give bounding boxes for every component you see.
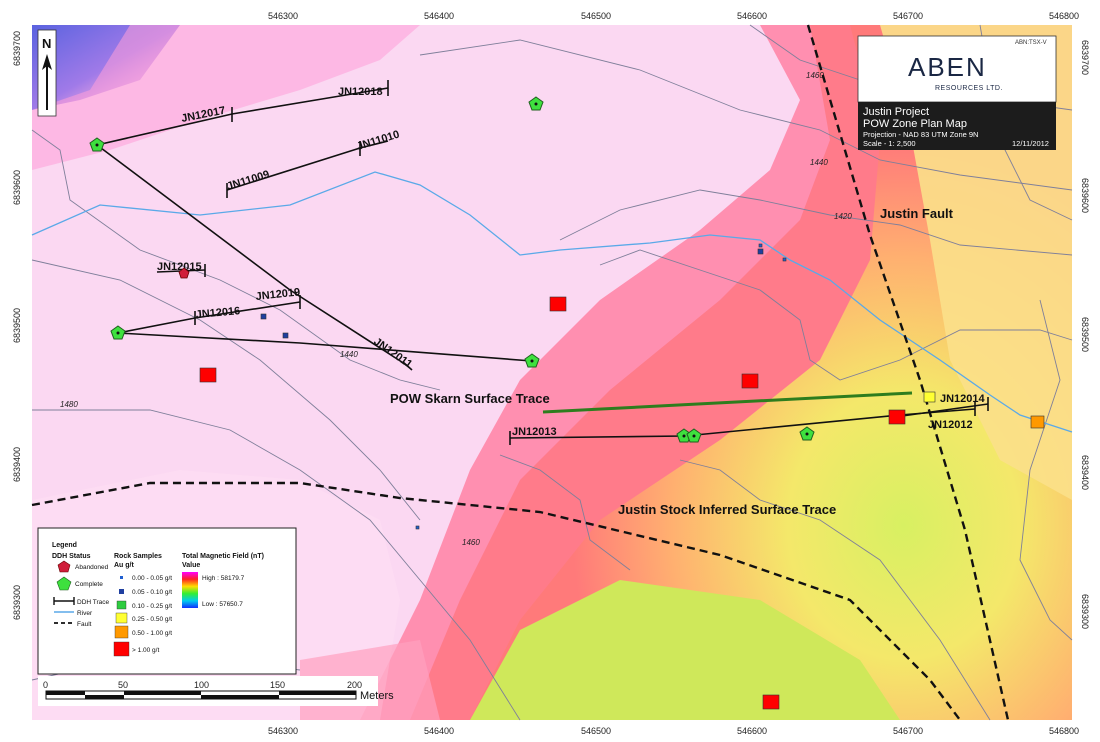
sample-005-010 xyxy=(757,248,764,255)
projection-text: Projection - NAD 83 UTM Zone 9N xyxy=(863,130,978,139)
legend-title: Legend xyxy=(52,542,77,549)
legend-ddh-trace: DDH Trace xyxy=(77,599,110,606)
sample-gt-1 xyxy=(741,373,759,389)
legend-sample-swatch xyxy=(119,589,124,594)
sample-025-050 xyxy=(923,391,936,403)
contour-label: 1460 xyxy=(462,538,480,547)
company-code: ABN:TSX-V xyxy=(1015,40,1047,46)
legend-sample-class: 0.10 - 0.25 g/t xyxy=(132,603,172,610)
hole-label-jn12013: JN12013 xyxy=(512,426,557,438)
x-tick-label: 546500 xyxy=(581,11,611,21)
legend-au-unit: Au g/t xyxy=(114,562,134,569)
legend-sample-swatch xyxy=(116,600,127,610)
sample-005-010 xyxy=(282,332,289,339)
legend-river: River xyxy=(77,610,93,617)
sample-005-010 xyxy=(260,313,267,320)
x-tick-label: 546400 xyxy=(424,726,454,736)
sample-050-100 xyxy=(1030,415,1045,429)
scalebar-tick: 200 xyxy=(347,680,362,690)
scale-bar: 0 50 100 150 200 Meters xyxy=(38,676,394,706)
hole-label-jn12014: JN12014 xyxy=(940,393,986,405)
plan-map: 1460 1440 1420 1440 1460 1480 JN12018 JN… xyxy=(0,0,1100,742)
x-tick-label: 546300 xyxy=(268,11,298,21)
project-name: Justin Project xyxy=(863,106,929,118)
legend-sample-swatch xyxy=(115,612,128,624)
legend: Legend DDH Status Abandoned Complete DDH… xyxy=(37,527,297,675)
north-arrow-label: N xyxy=(42,36,51,51)
scalebar-tick: 150 xyxy=(270,680,285,690)
y-tick-label: 6839400 xyxy=(1080,455,1090,490)
hole-label-jn12015: JN12015 xyxy=(157,261,202,273)
contour-label: 1440 xyxy=(810,158,828,167)
map-date: 12/11/2012 xyxy=(1012,139,1049,148)
scale-text: Scale - 1: 2,500 xyxy=(863,139,916,148)
y-tick-label: 6839700 xyxy=(12,31,22,66)
y-tick-label: 6839700 xyxy=(1080,40,1090,75)
legend-magnetic-title: Total Magnetic Field (nT) xyxy=(182,553,264,560)
legend-abandoned: Abandoned xyxy=(75,564,109,571)
x-tick-label: 546600 xyxy=(737,11,767,21)
contour-label: 1440 xyxy=(340,350,358,359)
sample-000-005 xyxy=(758,243,763,248)
y-tick-label: 6839300 xyxy=(12,585,22,620)
legend-sample-class: > 1.00 g/t xyxy=(132,647,159,654)
legend-complete: Complete xyxy=(75,581,103,588)
legend-sample-swatch xyxy=(114,625,129,639)
sample-000-005 xyxy=(415,525,420,530)
contour-label: 1480 xyxy=(60,400,78,409)
company-logo: ABEN xyxy=(908,52,987,82)
sample-gt-1 xyxy=(762,694,780,710)
north-arrow: N xyxy=(37,29,57,117)
legend-magnetic-value: Value xyxy=(182,562,200,569)
company-logo-sub: RESOURCES LTD. xyxy=(935,85,1003,92)
y-tick-label: 6839300 xyxy=(1080,594,1090,629)
sample-gt-1 xyxy=(199,367,217,383)
scalebar-tick: 100 xyxy=(194,680,209,690)
x-tick-label: 546400 xyxy=(424,11,454,21)
scalebar-tick: 50 xyxy=(118,680,128,690)
sample-gt-1 xyxy=(888,409,906,425)
pow-skarn-label: POW Skarn Surface Trace xyxy=(390,391,550,406)
legend-rock-samples: Rock Samples xyxy=(114,553,162,560)
justin-stock-label: Justin Stock Inferred Surface Trace xyxy=(618,502,836,517)
hole-label-jn12018: JN12018 xyxy=(338,86,383,98)
y-tick-label: 6839500 xyxy=(12,308,22,343)
x-tick-label: 546500 xyxy=(581,726,611,736)
x-tick-label: 546600 xyxy=(737,726,767,736)
legend-sample-class: 0.00 - 0.05 g/t xyxy=(132,575,172,582)
sample-000-005 xyxy=(782,257,787,262)
x-tick-label: 546700 xyxy=(893,726,923,736)
legend-high: High : 58179.7 xyxy=(202,575,245,582)
contour-label: 1460 xyxy=(806,71,824,80)
y-tick-label: 6839400 xyxy=(12,447,22,482)
y-tick-label: 6839600 xyxy=(12,170,22,205)
hole-label-jn12012: JN12012 xyxy=(928,419,973,431)
sample-gt-1 xyxy=(549,296,567,312)
x-tick-label: 546800 xyxy=(1049,726,1079,736)
legend-sample-class: 0.25 - 0.50 g/t xyxy=(132,616,172,623)
legend-fault: Fault xyxy=(77,621,92,628)
x-tick-label: 546700 xyxy=(893,11,923,21)
legend-magnetic-ramp xyxy=(182,572,198,608)
map-title: POW Zone Plan Map xyxy=(863,118,967,130)
legend-sample-swatch xyxy=(113,641,130,657)
title-block: ABN:TSX-V ABEN RESOURCES LTD. Justin Pro… xyxy=(857,35,1057,150)
legend-sample-swatch xyxy=(120,576,123,579)
y-tick-label: 6839600 xyxy=(1080,178,1090,213)
legend-low: Low : 57650.7 xyxy=(202,601,243,608)
scalebar-unit: Meters xyxy=(360,690,394,702)
scalebar-tick: 0 xyxy=(43,680,48,690)
y-tick-label: 6839500 xyxy=(1080,317,1090,352)
legend-sample-class: 0.05 - 0.10 g/t xyxy=(132,589,172,596)
legend-ddh-status: DDH Status xyxy=(52,553,91,560)
legend-sample-class: 0.50 - 1.00 g/t xyxy=(132,630,172,637)
x-tick-label: 546300 xyxy=(268,726,298,736)
justin-fault-label: Justin Fault xyxy=(880,206,954,221)
contour-label: 1420 xyxy=(834,212,852,221)
x-tick-label: 546800 xyxy=(1049,11,1079,21)
